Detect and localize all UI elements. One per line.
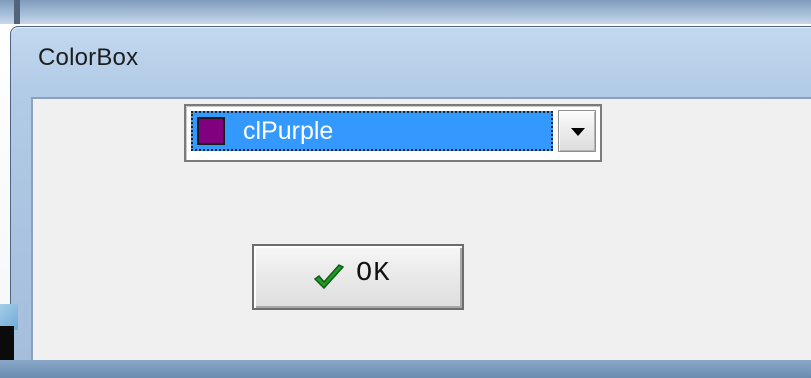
color-combobox-value: clPurple [243,117,334,145]
checkmark-icon [313,264,345,290]
color-combobox[interactable]: clPurple [184,104,602,162]
chevron-down-icon [571,128,585,136]
parent-window-frame [0,0,811,24]
color-swatch [197,117,225,145]
dialog-bottom-border [0,360,811,378]
screen: ColorBox clPurple OK [0,0,811,378]
ok-button[interactable]: OK [252,244,464,310]
dialog-title: ColorBox [38,44,139,71]
colorbox-dialog: ColorBox [10,26,811,378]
parent-window-edge [14,0,20,24]
color-combobox-selected-item[interactable]: clPurple [191,111,553,151]
dropdown-button[interactable] [558,110,596,152]
ok-button-label: OK [356,259,391,289]
